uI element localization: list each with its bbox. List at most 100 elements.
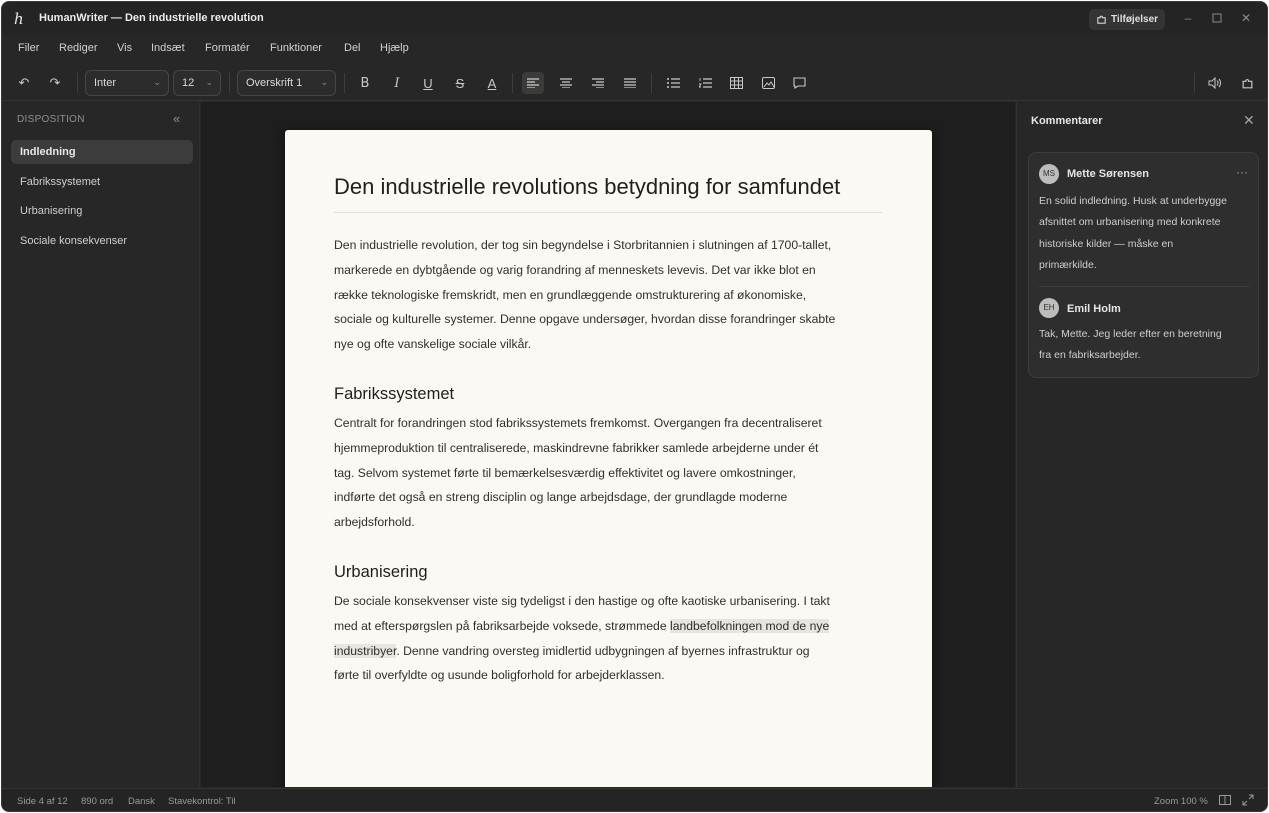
fabrikssystemet-paragraph[interactable]: Centralt for forandringen stod fabrikssy… [334, 411, 884, 535]
outline-heading: DISPOSITION [17, 114, 85, 125]
text-line: De sociale konsekvenser viste sig tydeli… [334, 594, 830, 608]
redo-icon[interactable]: ↷ [44, 72, 66, 94]
text-run: . Denne vandring oversteg imidlertid udb… [396, 643, 810, 658]
outline-item-fabrikssystemet[interactable]: Fabrikssystemet [11, 170, 193, 194]
intro-paragraph[interactable]: Den industrielle revolution, der tog sin… [334, 233, 884, 357]
outline-item-sociale-konsekvenser[interactable]: Sociale konsekvenser [11, 229, 193, 253]
toolbar-divider [229, 73, 230, 93]
numbered-list-icon[interactable] [694, 72, 716, 94]
text-line: Centralt for forandringen stod fabrikssy… [334, 416, 822, 430]
commented-highlight[interactable]: landbefolkningen mod de nye [669, 618, 830, 633]
menu-funktioner[interactable]: Funktioner [270, 42, 322, 54]
document-title[interactable]: Den industrielle revolutions betydning f… [334, 174, 840, 200]
comment-line: En solid indledning. Husk at underbygge [1039, 195, 1227, 207]
extensions-icon[interactable] [1236, 72, 1258, 94]
text-line: markerede en dybtgående og varig forandr… [334, 262, 816, 277]
toolbar-divider [1194, 73, 1195, 93]
menu-indsaet[interactable]: Indsæt [151, 42, 185, 54]
spellcheck-status[interactable]: Stavekontrol: Til [168, 796, 236, 807]
page-indicator[interactable]: Side 4 af 12 [17, 796, 68, 807]
urbanisering-paragraph[interactable]: De sociale konsekvenser viste sig tydeli… [334, 589, 884, 688]
close-window-icon[interactable]: ✕ [1238, 10, 1254, 26]
align-center-icon[interactable] [555, 72, 577, 94]
status-bar: Side 4 af 12 890 ord Dansk Stavekontrol:… [2, 788, 1267, 811]
undo-icon[interactable]: ↶ [13, 72, 35, 94]
app-logo-icon: ℎ [14, 10, 24, 28]
outline-sidebar: DISPOSITION « Indledning Fabrikssystemet… [2, 102, 200, 787]
outline-item-indledning[interactable]: Indledning [11, 140, 193, 164]
paragraph-style-select[interactable]: Overskrift 1 ⌄ [237, 70, 336, 96]
comment-line: historiske kilder — måske en [1039, 237, 1174, 250]
comment-text: En solid indledning. Husk at underbygge … [1039, 191, 1251, 276]
table-icon[interactable] [725, 72, 747, 94]
menu-formater[interactable]: Formatér [205, 42, 250, 54]
zoom-level[interactable]: Zoom 100 % [1154, 796, 1208, 807]
addons-label: Tilføjelser [1111, 14, 1159, 25]
underline-icon[interactable]: U [417, 72, 439, 94]
bold-icon[interactable]: B [354, 72, 376, 94]
text-line: arbejdsforhold. [334, 515, 415, 530]
more-options-icon[interactable]: ··· [1236, 165, 1248, 179]
read-aloud-icon[interactable] [1204, 72, 1226, 94]
chevron-down-icon: ⌄ [205, 77, 213, 87]
align-justify-icon[interactable] [619, 72, 641, 94]
word-count[interactable]: 890 ord [81, 796, 113, 807]
menu-filer[interactable]: Filer [18, 42, 39, 54]
bullet-list-icon[interactable] [662, 72, 684, 94]
avatar: MS [1039, 164, 1059, 184]
comment-line: primærkilde. [1039, 258, 1097, 271]
chevron-down-icon: ⌄ [320, 77, 328, 87]
text-line: sociale og kulturelle systemer. Denne op… [334, 312, 836, 327]
comment-divider [1039, 286, 1249, 287]
align-left-icon[interactable] [522, 72, 544, 94]
fullscreen-icon[interactable] [1242, 794, 1254, 806]
commented-highlight[interactable]: industribyer [334, 643, 397, 658]
text-line: hjemmeproduktion til centraliserede, mas… [334, 440, 819, 455]
text-line: industribyer. Denne vandring oversteg im… [334, 639, 884, 664]
text-line: nye og ofte vanskelige sociale vilkår. [334, 337, 532, 352]
menu-bar: Filer Rediger Vis Indsæt Formatér Funkti… [2, 35, 1267, 63]
maximize-icon[interactable] [1209, 10, 1225, 26]
toolbar-divider [512, 73, 513, 93]
comment-author: Emil Holm [1067, 303, 1121, 315]
formatting-toolbar: ↶ ↷ Inter ⌄ 12 ⌄ Overskrift 1 ⌄ B I U S … [2, 64, 1267, 101]
image-icon[interactable] [757, 72, 779, 94]
text-line: førte til overfyldte og usunde boligforh… [334, 668, 665, 683]
book-view-icon[interactable] [1219, 794, 1231, 806]
font-family-value: Inter [94, 77, 117, 89]
strikethrough-icon[interactable]: S [449, 72, 471, 94]
text-line: Den industrielle revolution, der tog sin… [334, 238, 832, 252]
menu-rediger[interactable]: Rediger [59, 42, 98, 54]
menu-vis[interactable]: Vis [117, 42, 132, 54]
text-color-icon[interactable]: A [481, 72, 503, 94]
outline-item-urbanisering[interactable]: Urbanisering [11, 199, 193, 223]
italic-icon[interactable]: I [386, 72, 408, 94]
title-divider [334, 212, 883, 213]
document-canvas[interactable]: Den industrielle revolutions betydning f… [201, 102, 1015, 787]
font-size-select[interactable]: 12 ⌄ [173, 70, 221, 96]
section-heading-urbanisering[interactable]: Urbanisering [334, 563, 428, 582]
font-family-select[interactable]: Inter ⌄ [85, 70, 169, 96]
comments-title: Kommentarer [1031, 115, 1103, 127]
text-line: med at efterspørgslen på fabriksarbejde … [334, 614, 884, 639]
comment-thread[interactable]: MS Mette Sørensen ··· En solid indlednin… [1028, 152, 1259, 378]
title-bar: ℎ HumanWriter — Den industrielle revolut… [2, 2, 1267, 35]
minimize-icon[interactable]: – [1180, 10, 1196, 26]
toolbar-divider [344, 73, 345, 93]
comment-icon[interactable] [788, 72, 810, 94]
window-title: HumanWriter — Den industrielle revolutio… [39, 12, 264, 24]
comment-line: Tak, Mette. Jeg leder efter en beretning [1039, 328, 1222, 340]
language-indicator[interactable]: Dansk [128, 796, 155, 807]
addons-button[interactable]: Tilføjelser [1089, 9, 1166, 30]
section-heading-fabrikssystemet[interactable]: Fabrikssystemet [334, 385, 454, 404]
document-page[interactable]: Den industrielle revolutions betydning f… [285, 130, 932, 787]
collapse-sidebar-icon[interactable]: « [173, 111, 180, 126]
app-window: ℎ HumanWriter — Den industrielle revolut… [1, 1, 1268, 812]
close-comments-icon[interactable]: ✕ [1243, 112, 1255, 129]
comment-line: afsnittet om urbanisering med konkrete [1039, 216, 1221, 229]
text-line: række teknologiske fremskridt, men en gr… [334, 287, 807, 302]
menu-del[interactable]: Del [344, 42, 361, 54]
menu-hjaelp[interactable]: Hjælp [380, 42, 409, 54]
comment-text: Tak, Mette. Jeg leder efter en beretning… [1039, 324, 1251, 367]
align-right-icon[interactable] [587, 72, 609, 94]
